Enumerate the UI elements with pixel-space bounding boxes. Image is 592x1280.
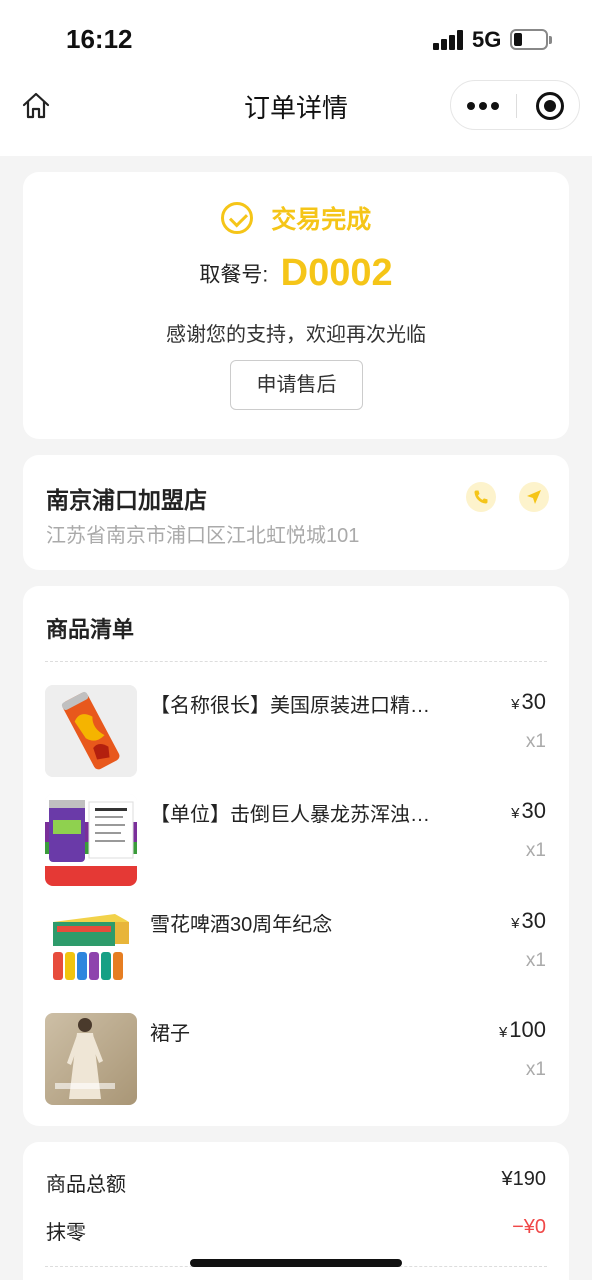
product-image: [45, 794, 137, 886]
product-price: ¥30: [511, 798, 546, 823]
summary-row-rounding: 抹零 −¥0: [46, 1216, 546, 1245]
more-icon[interactable]: [467, 95, 503, 117]
summary-label: 抹零: [46, 1222, 86, 1244]
thanks-text: 感谢您的支持，欢迎再次光临: [166, 324, 426, 346]
goods-list-title: 商品清单: [46, 617, 135, 642]
product-price: ¥100: [498, 1017, 546, 1042]
product-image: [45, 1013, 137, 1105]
goods-item[interactable]: 【单位】击倒巨人暴龙苏浑浊IPA ¥30 x1: [23, 794, 569, 886]
summary-row-total: 商品总额 ¥190: [46, 1168, 546, 1197]
store-address: 江苏省南京市浦口区江北虹悦城101: [46, 525, 360, 547]
summary-label: 商品总额: [46, 1174, 126, 1196]
product-price: ¥30: [511, 908, 546, 933]
product-image: [45, 904, 137, 996]
pickup-label: 取餐号:: [199, 263, 269, 287]
signal-icon: [433, 30, 465, 50]
check-circle-icon: [220, 202, 253, 234]
call-store-button[interactable]: [466, 482, 496, 512]
product-quantity: x1: [525, 840, 546, 861]
product-name: 【单位】击倒巨人暴龙苏浑浊IPA: [150, 804, 430, 826]
order-status-text: 交易完成: [271, 206, 372, 234]
navigate-icon: [527, 490, 541, 504]
pickup-row: 取餐号: D0002: [23, 252, 569, 295]
capsule-divider: [516, 94, 517, 118]
product-image: [45, 685, 137, 777]
network-label: 5G: [472, 27, 502, 52]
target-icon[interactable]: [536, 92, 564, 120]
product-price: ¥30: [511, 689, 546, 714]
navigate-store-button[interactable]: [519, 482, 549, 512]
nav-bar: 订单详情: [0, 76, 592, 156]
product-quantity: x1: [525, 1059, 546, 1080]
status-row: 交易完成: [23, 200, 569, 236]
goods-item[interactable]: 雪花啤酒30周年纪念 ¥30 x1: [23, 904, 569, 996]
home-indicator[interactable]: [190, 1259, 402, 1267]
battery-tip: [549, 36, 552, 44]
goods-item[interactable]: 裙子 ¥100 x1: [23, 1013, 569, 1105]
phone-icon: [474, 490, 488, 504]
store-card: 南京浦口加盟店 江苏省南京市浦口区江北虹悦城101: [23, 455, 569, 570]
battery-icon: [510, 29, 548, 50]
product-name: 雪花啤酒30周年纪念: [150, 914, 333, 936]
summary-value: ¥190: [501, 1168, 547, 1190]
goods-list-card: 商品清单 【名称很长】美国原装进口精酿啤酒 ¥30 x1: [23, 586, 569, 1126]
pickup-number: D0002: [280, 252, 393, 294]
status-bar: 16:12 5G: [0, 0, 592, 76]
aftersale-button[interactable]: 申请售后: [230, 360, 363, 410]
order-status-card: 交易完成 取餐号: D0002 感谢您的支持，欢迎再次光临 申请售后: [23, 172, 569, 439]
product-quantity: x1: [525, 950, 546, 971]
dashed-divider: [45, 661, 547, 662]
status-time: 16:12: [66, 24, 133, 54]
product-quantity: x1: [525, 731, 546, 752]
store-name: 南京浦口加盟店: [46, 487, 207, 513]
goods-item[interactable]: 【名称很长】美国原装进口精酿啤酒 ¥30 x1: [23, 685, 569, 777]
mini-program-capsule: [450, 80, 580, 130]
product-name: 【名称很长】美国原装进口精酿啤酒: [150, 695, 430, 717]
summary-value-discount: −¥0: [512, 1216, 546, 1238]
product-name: 裙子: [150, 1023, 190, 1045]
